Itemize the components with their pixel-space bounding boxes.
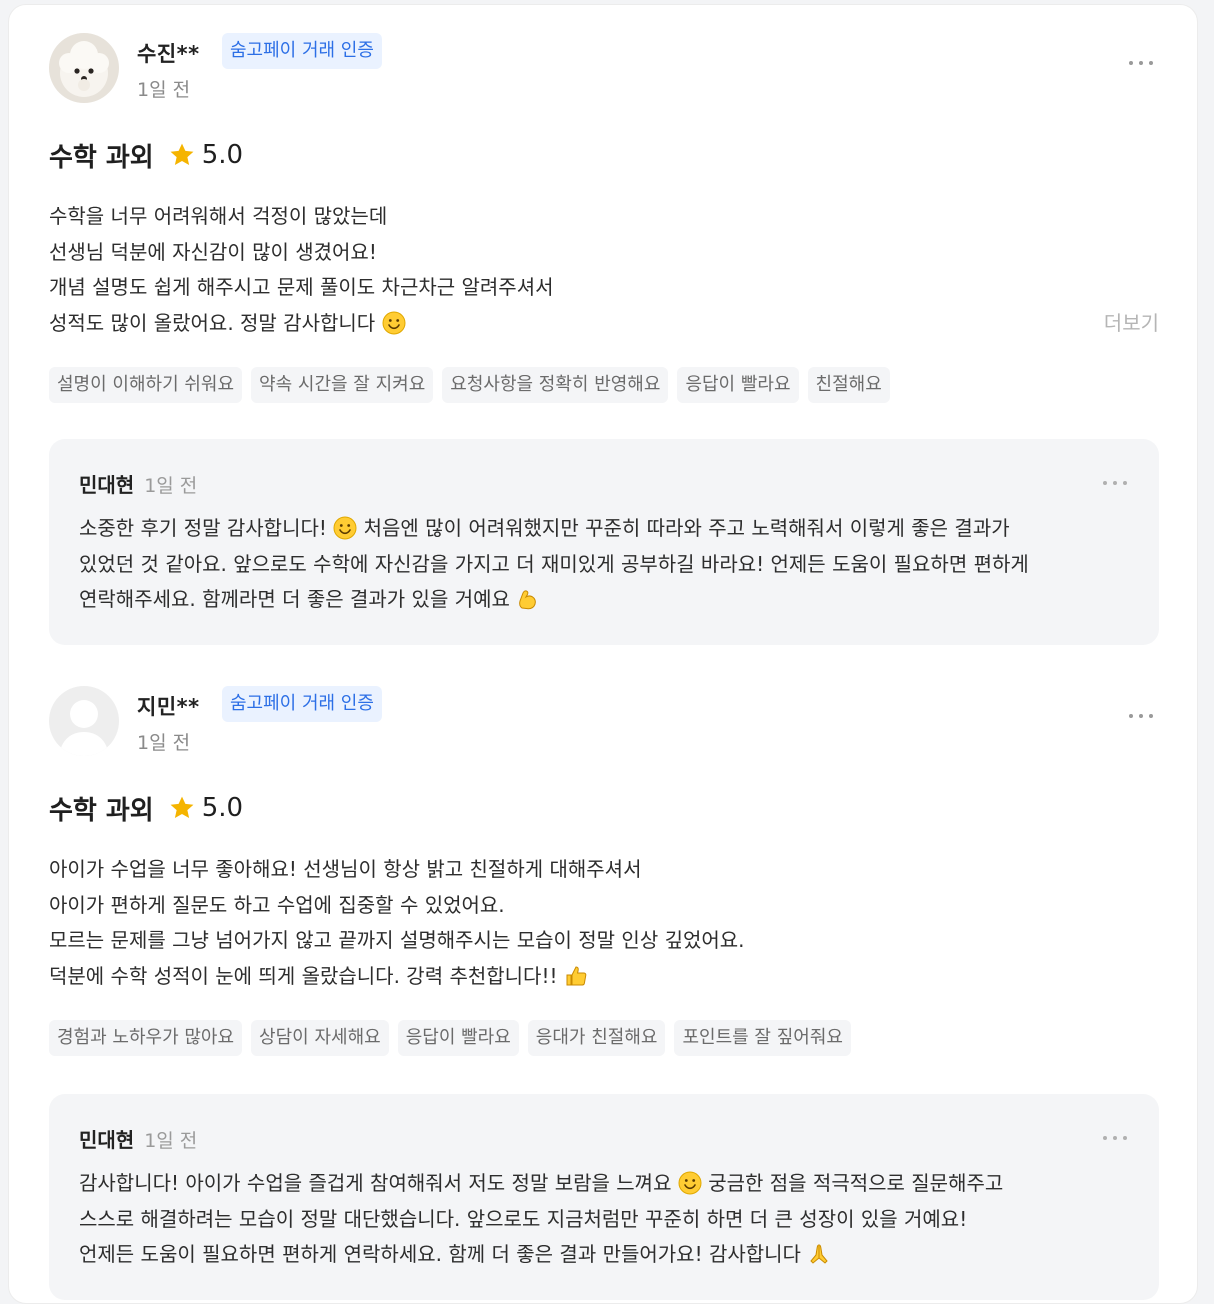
star-icon: [170, 143, 194, 166]
review-title-row: 수학 과외 5.0: [49, 135, 1159, 175]
more-options-button[interactable]: [1129, 53, 1159, 73]
review-line: 수학을 너무 어려워해서 걱정이 많았는데: [49, 204, 388, 228]
tag: 설명이 이해하기 쉬워요: [49, 367, 243, 403]
smile-emoji-icon: [382, 311, 406, 334]
reply-line: 연락해주세요. 함께라면 더 좋은 결과가 있을 거예요: [79, 587, 510, 611]
review-line: 모르는 문제를 그냥 넘어가지 않고 끝까지 설명해주시는 모습이 정말 인상 …: [49, 928, 745, 952]
review-item: 지민** 숨고페이 거래 인증 1일 전 수학 과외 5.0 아이가 수업을 너…: [49, 686, 1159, 1300]
reply-line: 소중한 후기 정말 감사합니다!: [79, 516, 327, 540]
review-title-row: 수학 과외 5.0: [49, 788, 1159, 828]
user-name: 지민**: [137, 695, 200, 719]
reply-time: 1일 전: [144, 1130, 198, 1152]
review-title: 수학 과외: [49, 142, 154, 173]
review-time: 1일 전: [137, 79, 191, 101]
reply-line-last: 언제든 도움이 필요하면 편하게 연락하세요. 함께 더 좋은 결과 만들어가요…: [79, 1237, 1129, 1273]
review-header: 지민** 숨고페이 거래 인증 1일 전: [49, 686, 1159, 762]
review-header: 수진** 숨고페이 거래 인증 1일 전: [49, 33, 1159, 109]
avatar[interactable]: [49, 33, 119, 103]
flexed-biceps-icon: [519, 590, 537, 610]
reply-author: 민대현: [79, 1128, 135, 1152]
reply-header: 민대현 1일 전: [79, 469, 1129, 499]
reply-header: 민대현 1일 전: [79, 1124, 1129, 1154]
more-options-button[interactable]: [1129, 706, 1159, 726]
review-body: 아이가 수업을 너무 좋아해요! 선생님이 항상 밝고 친절하게 대해주셔서 아…: [49, 852, 1159, 994]
reply-line-last: 연락해주세요. 함께라면 더 좋은 결과가 있을 거예요: [79, 582, 1129, 618]
reply-more-options-button[interactable]: [1103, 1132, 1131, 1146]
reply-line: 처음엔 많이 어려워했지만 꾸준히 따라와 주고 노력해줘서 이렇게 좋은 결과…: [363, 516, 1010, 540]
reply-line: 스스로 해결하려는 모습이 정말 대단했습니다. 앞으로도 지금처럼만 꾸준히 …: [79, 1206, 968, 1231]
reply-body: 감사합니다! 아이가 수업을 즐겁게 참여해줘서 저도 정말 보람을 느껴요 궁…: [79, 1166, 1129, 1273]
review-line: 덕분에 수학 성적이 눈에 띄게 올랐습니다. 강력 추천합니다!!: [49, 963, 558, 988]
review-time: 1일 전: [137, 732, 191, 754]
tag-list: 설명이 이해하기 쉬워요 약속 시간을 잘 지켜요 요청사항을 정확히 반영해요…: [49, 367, 1159, 403]
user-name: 수진**: [137, 42, 200, 66]
reply-line-first: 소중한 후기 정말 감사합니다! 처음엔 많이 어려워했지만 꾸준히 따라와 주…: [79, 511, 1129, 547]
avatar[interactable]: [49, 686, 119, 756]
star-icon: [170, 796, 194, 819]
tag: 약속 시간을 잘 지켜요: [251, 367, 434, 403]
rating-score: 5.0: [201, 793, 244, 823]
reviews-card: 수진** 숨고페이 거래 인증 1일 전 수학 과외 5.0 수학을 너무 어려…: [8, 4, 1198, 1304]
reply-line: 있었던 것 같아요. 앞으로도 수학에 자신감을 가지고 더 재미있게 공부하길…: [79, 551, 1029, 576]
review-line: 아이가 편하게 질문도 하고 수업에 집중할 수 있었어요.: [49, 892, 505, 917]
smile-emoji-icon: [678, 1171, 702, 1195]
tag: 응답이 빨라요: [397, 1020, 519, 1056]
reply-line: 궁금한 점을 적극적으로 질문해주고: [708, 1171, 1004, 1195]
reply-line: 언제든 도움이 필요하면 편하게 연락하세요. 함께 더 좋은 결과 만들어가요…: [79, 1242, 801, 1266]
reply-box: 민대현 1일 전 감사합니다! 아이가 수업을 즐겁게 참여해줘서 저도 정말 …: [49, 1094, 1159, 1300]
review-line: 성적도 많이 올랐어요. 정말 감사합니다: [49, 310, 376, 335]
see-more-link[interactable]: 더보기: [1104, 306, 1159, 342]
review-line-last: 성적도 많이 올랐어요. 정말 감사합니다: [49, 306, 1159, 342]
review-body: 수학을 너무 어려워해서 걱정이 많았는데 선생님 덕분에 자신감이 많이 생겼…: [49, 199, 1159, 341]
tag: 상담이 자세해요: [251, 1020, 389, 1056]
reply-body: 소중한 후기 정말 감사합니다! 처음엔 많이 어려워했지만 꾸준히 따라와 주…: [79, 511, 1129, 618]
review-line: 개념 설명도 쉽게 해주시고 문제 풀이도 차근차근 알려주셔서: [49, 275, 554, 299]
verified-badge: 숨고페이 거래 인증: [222, 33, 382, 69]
reply-time: 1일 전: [144, 475, 198, 497]
review-title: 수학 과외: [49, 795, 154, 826]
rating-score: 5.0: [201, 140, 244, 170]
reply-more-options-button[interactable]: [1103, 477, 1131, 491]
tag: 응답이 빨라요: [677, 367, 799, 403]
reply-line: 감사합니다! 아이가 수업을 즐겁게 참여해줘서 저도 정말 보람을 느껴요: [79, 1171, 672, 1195]
reply-author: 민대현: [79, 473, 135, 497]
reply-box: 민대현 1일 전 소중한 후기 정말 감사합니다! 처음엔 많이 어려워했지만 …: [49, 439, 1159, 645]
tag-list: 경험과 노하우가 많아요 상담이 자세해요 응답이 빨라요 응대가 친절해요 포…: [49, 1020, 1159, 1056]
tag: 요청사항을 정확히 반영해요: [442, 367, 669, 403]
thumbs-up-icon: [566, 965, 587, 985]
tag: 경험과 노하우가 많아요: [49, 1020, 243, 1056]
tag: 포인트를 잘 짚어줘요: [674, 1020, 851, 1056]
folded-hands-icon: [810, 1244, 828, 1264]
review-line-last: 덕분에 수학 성적이 눈에 띄게 올랐습니다. 강력 추천합니다!!: [49, 959, 1159, 995]
review-line: 아이가 수업을 너무 좋아해요! 선생님이 항상 밝고 친절하게 대해주셔서: [49, 857, 642, 881]
tag: 응대가 친절해요: [527, 1020, 666, 1056]
reply-line-first: 감사합니다! 아이가 수업을 즐겁게 참여해줘서 저도 정말 보람을 느껴요 궁…: [79, 1166, 1129, 1202]
review-line: 선생님 덕분에 자신감이 많이 생겼어요!: [49, 239, 377, 264]
verified-badge: 숨고페이 거래 인증: [222, 686, 382, 722]
tag: 친절해요: [807, 367, 890, 403]
review-item: 수진** 숨고페이 거래 인증 1일 전 수학 과외 5.0 수학을 너무 어려…: [49, 33, 1159, 645]
smile-emoji-icon: [333, 516, 357, 540]
